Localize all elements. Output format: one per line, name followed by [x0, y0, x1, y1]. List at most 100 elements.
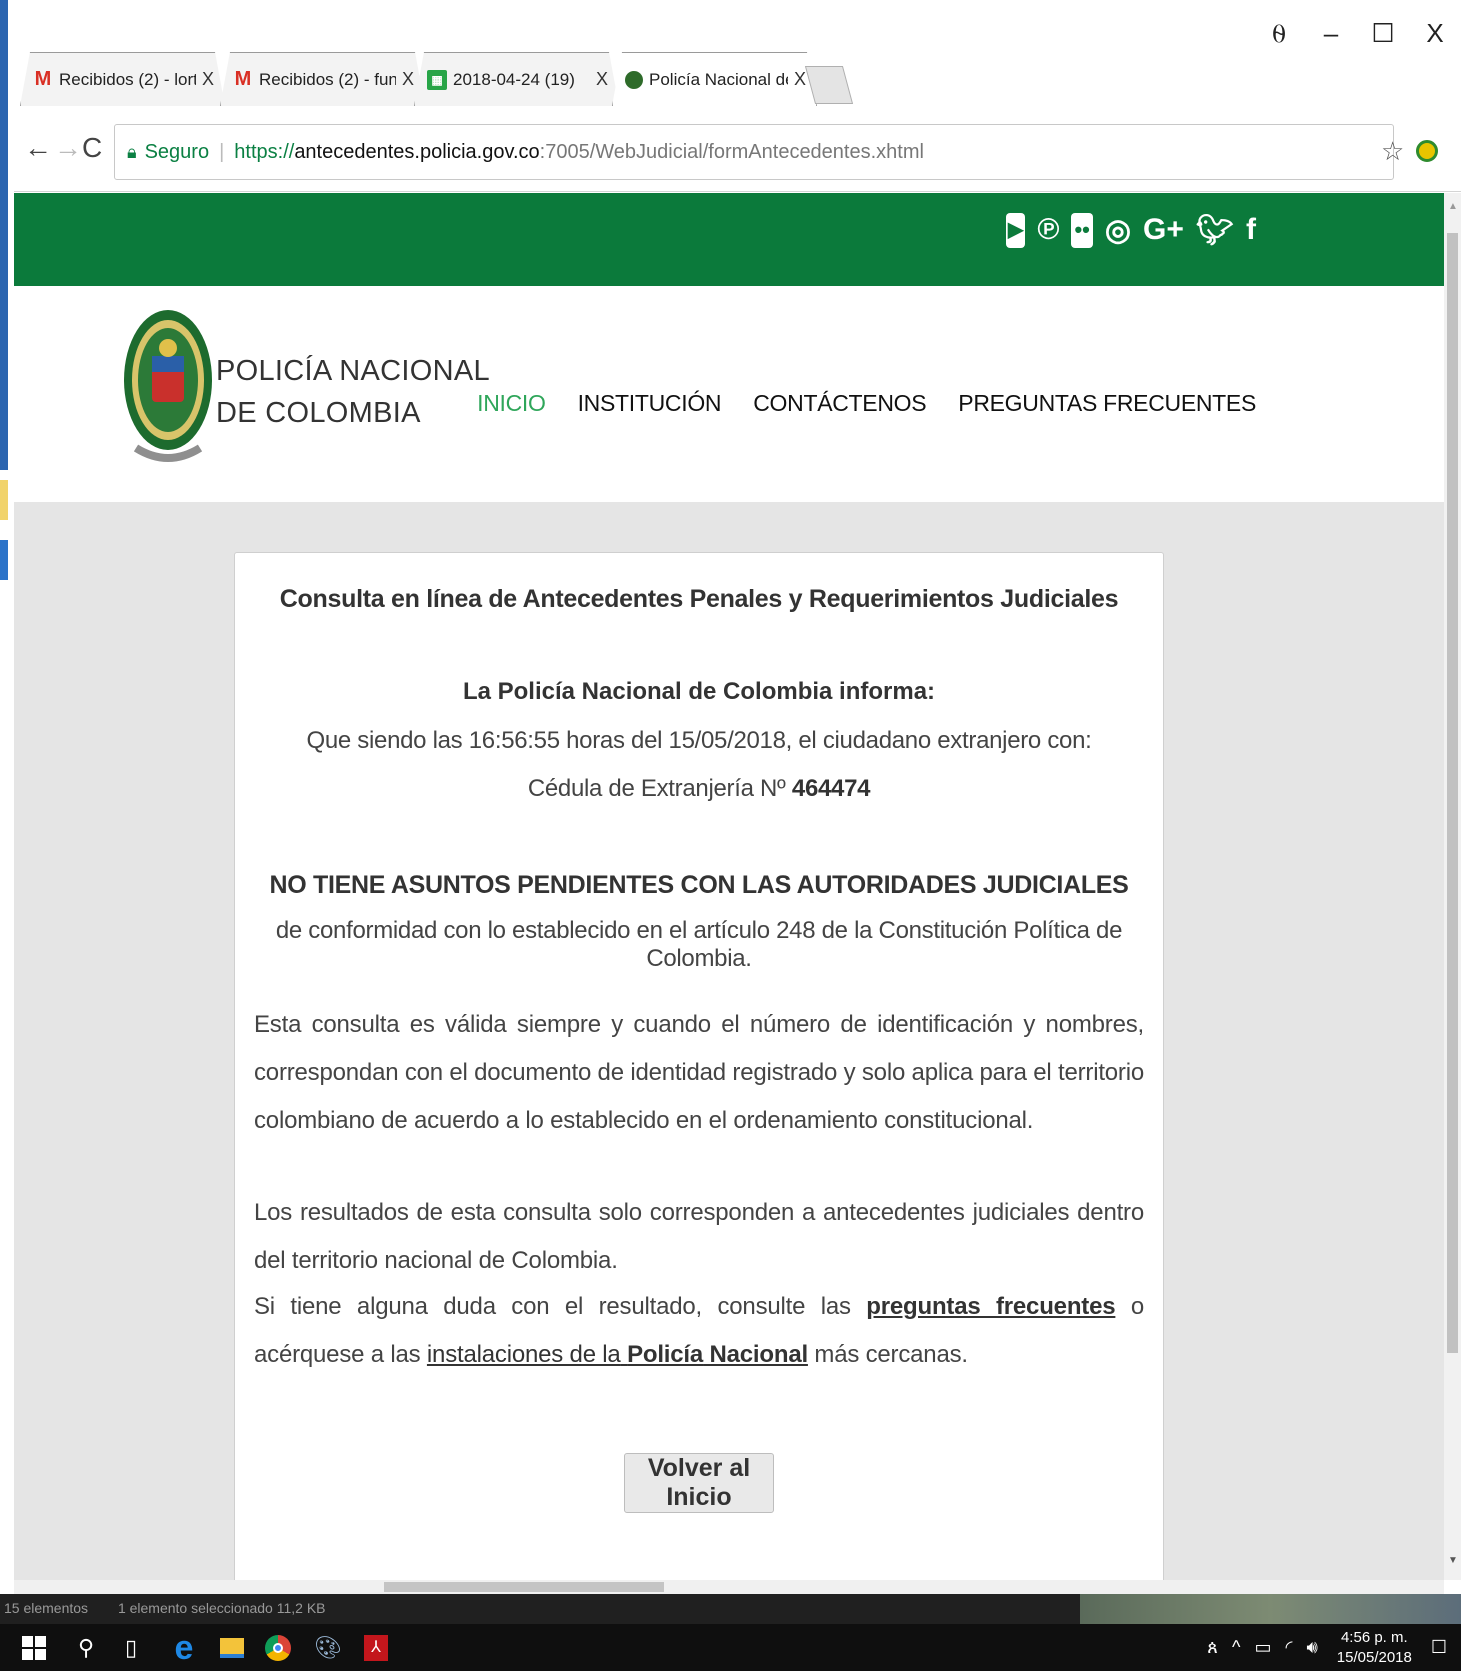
explorer-item-count: 15 elementos: [4, 1600, 89, 1616]
taskbar-clock[interactable]: 4:56 p. m. 15/05/2018: [1337, 1628, 1412, 1668]
browser-menu-icon[interactable]: ⋮: [1450, 132, 1461, 163]
notifications-icon[interactable]: ☐: [1431, 1637, 1447, 1658]
minimize-button[interactable]: –: [1305, 18, 1357, 50]
facebook-icon[interactable]: f: [1246, 213, 1256, 248]
windows-logo-icon: [22, 1636, 46, 1660]
background-window-edge: [0, 0, 14, 1580]
flickr-icon[interactable]: ••: [1071, 213, 1093, 248]
tab-label: Recibidos (2) - lortiz727@: [59, 69, 196, 89]
search-icon[interactable]: ⚲: [70, 1632, 102, 1664]
top-social-bar: ▶ ℗ •• ◎ G+ 🐦︎ f: [14, 193, 1444, 286]
start-button[interactable]: [18, 1632, 50, 1664]
url-path: :7005/WebJudicial/formAntecedentes.xhtml: [539, 140, 924, 163]
back-arrow-icon[interactable]: ←: [24, 132, 52, 164]
close-window-button[interactable]: X: [1409, 18, 1461, 50]
volume-icon[interactable]: 🔊︎: [1306, 1637, 1317, 1658]
file-explorer-icon[interactable]: [216, 1632, 248, 1664]
clock-time: 4:56 p. m.: [1340, 1628, 1408, 1646]
explorer-selection: 1 elemento seleccionado 11,2 KB: [117, 1600, 326, 1616]
office-link-bold2: Nacional: [709, 1341, 809, 1368]
instagram-icon[interactable]: ◎: [1105, 213, 1131, 248]
tab-gmail-1[interactable]: M Recibidos (2) - lortiz727@ X: [20, 52, 225, 106]
doubt-paragraph: Si tiene alguna duda con el resultado, c…: [254, 1283, 1144, 1379]
tab-close-icon[interactable]: X: [402, 69, 414, 90]
vertical-scrollbar[interactable]: ▲ ▼: [1444, 193, 1461, 1580]
scrollbar-thumb[interactable]: [1447, 233, 1458, 1353]
url-host: antecedentes.policia.gov.co: [294, 140, 540, 163]
tab-gmail-2[interactable]: M Recibidos (2) - fundacion X: [220, 52, 425, 106]
faq-link[interactable]: preguntas frecuentes: [866, 1293, 1115, 1320]
extension-icon[interactable]: [1416, 140, 1438, 162]
tab-sheet[interactable]: ▦ 2018-04-24 (19) X: [414, 52, 619, 106]
police-emblem-logo[interactable]: [122, 308, 214, 468]
background-window-blue: [0, 0, 8, 470]
office-locations-link[interactable]: instalaciones de la Policía Nacional: [427, 1341, 808, 1368]
tray-expand-icon[interactable]: ^: [1232, 1637, 1240, 1658]
tab-close-icon[interactable]: X: [202, 69, 214, 90]
main-navigation: INICIO INSTITUCIÓN CONTÁCTENOS PREGUNTAS…: [477, 390, 1256, 417]
nav-preguntas-frecuentes[interactable]: PREGUNTAS FRECUENTES: [958, 390, 1256, 417]
tab-close-icon[interactable]: X: [596, 69, 608, 90]
url-protocol: https://: [234, 140, 295, 163]
horizontal-scrollbar[interactable]: [14, 1580, 1444, 1594]
battery-icon[interactable]: ▭: [1254, 1637, 1271, 1658]
edge-browser-icon[interactable]: e: [168, 1629, 200, 1667]
tab-label: Recibidos (2) - fundacion: [259, 69, 396, 89]
profile-icon[interactable]: ⍬: [1253, 18, 1305, 50]
system-tray: ጰ ^ ▭ ◜ 🔊︎ 4:56 p. m. 15/05/2018 ☐: [1200, 1624, 1461, 1671]
address-separator: |: [219, 140, 225, 163]
youtube-icon[interactable]: ▶: [1005, 213, 1026, 248]
forward-arrow-icon[interactable]: →: [54, 132, 82, 164]
address-bar[interactable]: 🔒︎ Seguro | https:// antecedentes.polici…: [114, 124, 1394, 180]
window-controls: ⍬ – ☐ X: [1253, 18, 1461, 50]
nav-institucion[interactable]: INSTITUCIÓN: [578, 390, 722, 417]
result-status-note: de conformidad con lo establecido en el …: [275, 917, 1123, 972]
maximize-button[interactable]: ☐: [1357, 18, 1409, 50]
tab-close-icon[interactable]: X: [794, 69, 806, 90]
tab-policia[interactable]: Policía Nacional de Colom X: [612, 52, 817, 106]
site-name: POLICÍA NACIONAL DE COLOMBIA: [216, 350, 490, 434]
nav-inicio[interactable]: INICIO: [477, 390, 546, 417]
social-links: ▶ ℗ •• ◎ G+ 🐦︎ f: [1005, 213, 1256, 248]
result-document-line: Cédula de Extranjería Nº 464474: [235, 775, 1163, 803]
doubt-text-end: más cercanas.: [814, 1341, 968, 1368]
desktop-wallpaper: [1080, 1594, 1461, 1624]
acrobat-icon[interactable]: ⅄: [360, 1632, 392, 1664]
document-number: 464474: [791, 775, 871, 802]
site-name-line1: POLICÍA NACIONAL: [216, 355, 490, 387]
background-window-folder: [0, 480, 8, 520]
google-plus-icon[interactable]: G+: [1143, 213, 1184, 248]
scroll-up-icon[interactable]: ▲: [1448, 201, 1458, 212]
document-type: Cédula de Extranjería Nº: [527, 775, 786, 802]
pinterest-icon[interactable]: ℗: [1037, 213, 1059, 248]
chrome-icon[interactable]: [262, 1632, 294, 1664]
twitter-icon[interactable]: 🐦︎: [1196, 213, 1234, 248]
gmail-icon: M: [34, 68, 52, 90]
site-header: POLICÍA NACIONAL DE COLOMBIA INICIO INST…: [14, 286, 1444, 502]
people-icon[interactable]: ጰ: [1207, 1637, 1218, 1658]
clock-date: 15/05/2018: [1336, 1648, 1412, 1666]
office-link-bold1: Policía: [627, 1341, 704, 1368]
horizontal-scrollbar-thumb[interactable]: [384, 1582, 664, 1592]
validity-paragraph: Esta consulta es válida siempre y cuando…: [254, 1011, 1145, 1134]
background-window-selection: [0, 540, 8, 580]
police-shield-icon: [625, 71, 643, 89]
office-link-text: instalaciones de la: [426, 1341, 621, 1368]
faq-link-text: preguntas frecuentes: [866, 1293, 1116, 1320]
scope-paragraph: Los resultados de esta consulta solo cor…: [254, 1199, 1144, 1274]
nav-contactenos[interactable]: CONTÁCTENOS: [753, 390, 926, 417]
browser-toolbar: ← → C 🔒︎ Seguro | https:// antecedentes.…: [14, 110, 1461, 192]
bookmark-star-icon[interactable]: ☆: [1381, 136, 1404, 167]
site-name-line2: DE COLOMBIA: [216, 397, 421, 429]
browser-titlebar: M Recibidos (2) - lortiz727@ X M Recibid…: [14, 0, 1461, 110]
back-to-home-button[interactable]: Volver al Inicio: [624, 1453, 774, 1513]
result-card: Consulta en línea de Antecedentes Penale…: [234, 552, 1164, 1580]
scroll-down-icon[interactable]: ▼: [1448, 1555, 1458, 1566]
tab-label: Policía Nacional de Colom: [649, 69, 786, 89]
result-timestamp-line: Que siendo las 16:56:55 horas del 15/05/…: [306, 727, 1092, 754]
result-informa: La Policía Nacional de Colombia informa:: [462, 678, 936, 705]
reload-icon[interactable]: C: [82, 132, 102, 164]
paint-icon[interactable]: 🎨︎: [312, 1632, 344, 1664]
wifi-icon[interactable]: ◜: [1285, 1637, 1292, 1658]
task-view-icon[interactable]: ▯: [115, 1632, 147, 1664]
